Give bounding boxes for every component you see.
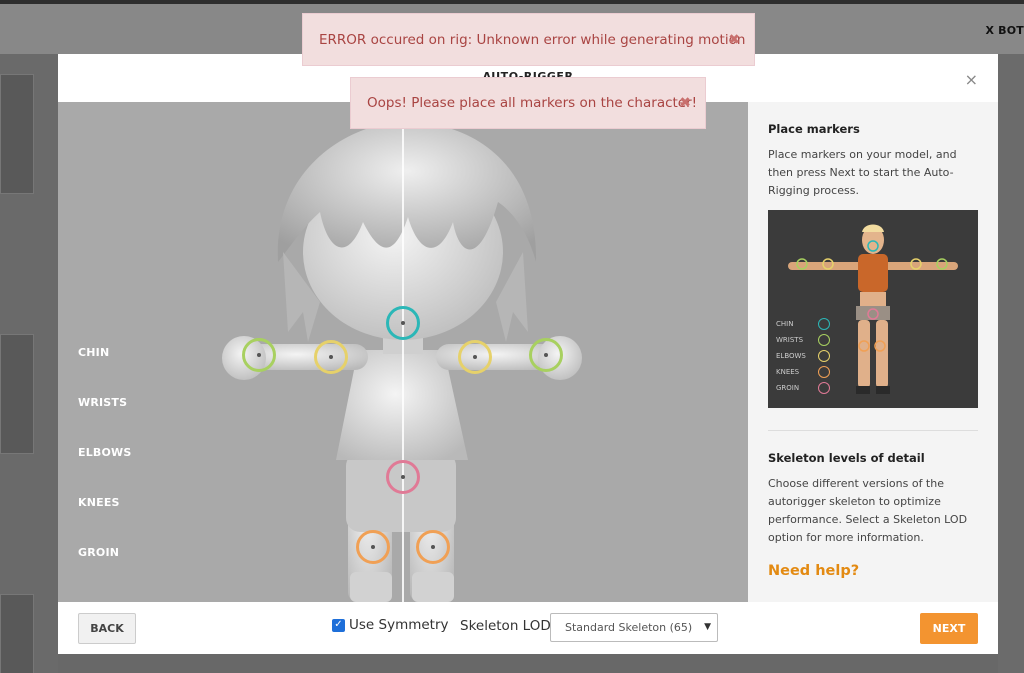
reference-legend-wrists: WRISTS [776, 336, 804, 344]
reference-legend-chin: CHIN [776, 320, 794, 328]
close-icon[interactable]: ✖ [679, 95, 691, 111]
right-elbow-marker[interactable] [458, 340, 492, 374]
use-symmetry-checkbox[interactable]: ✓ Use Symmetry [332, 617, 449, 633]
left-elbow-marker[interactable] [314, 340, 348, 374]
reference-ring-elbows [818, 350, 830, 362]
instructions-panel: Place markers Place markers on your mode… [748, 102, 998, 602]
background-right-panel [998, 54, 1024, 673]
next-button[interactable]: NEXT [920, 613, 978, 644]
rig-error-toast: ERROR occured on rig: Unknown error whil… [302, 13, 755, 66]
reference-legend-elbows: ELBOWS [776, 352, 806, 360]
background-title: X BOT [985, 24, 1024, 37]
character-model [222, 102, 582, 602]
reference-legend-knees: KNEES [776, 368, 800, 376]
need-help-link[interactable]: Need help? [768, 563, 859, 579]
lod-text: Choose different versions of the autorig… [768, 477, 968, 544]
markers-error-message: Oops! Please place all markers on the ch… [367, 95, 698, 111]
model-viewport[interactable]: CHIN WRISTS ELBOWS KNEES GROIN [58, 102, 748, 602]
check-icon[interactable]: ✓ [332, 618, 345, 632]
chevron-down-icon: ▼ [704, 622, 711, 632]
lod-heading: Skeleton levels of detail [768, 451, 925, 465]
background-tile [0, 334, 34, 454]
legend-wrists: WRISTS [78, 396, 128, 409]
background-tile [0, 74, 34, 194]
close-icon[interactable]: × [965, 70, 978, 89]
reference-legend-groin: GROIN [776, 384, 800, 392]
skeleton-lod-value: Standard Skeleton (65) [565, 621, 693, 634]
use-symmetry-label[interactable]: Use Symmetry [349, 617, 449, 633]
right-wrist-marker[interactable] [529, 338, 563, 372]
background-tile [0, 594, 34, 673]
reference-ring-groin [818, 382, 830, 394]
background-bottom-strip [58, 654, 998, 673]
rig-error-message: ERROR occured on rig: Unknown error whil… [319, 31, 746, 48]
legend-chin: CHIN [78, 346, 110, 359]
markers-error-toast: Oops! Please place all markers on the ch… [350, 77, 706, 129]
reference-ring-knees [818, 366, 830, 378]
place-markers-text: Place markers on your model, and then pr… [768, 148, 957, 197]
background-left-panel [0, 54, 58, 673]
panel-divider [768, 430, 978, 431]
left-knee-marker[interactable] [356, 530, 390, 564]
legend-elbows: ELBOWS [78, 446, 132, 459]
skeleton-lod-select[interactable]: Standard Skeleton (65) ▼ [550, 613, 718, 642]
reference-marker-image: CHIN WRISTS ELBOWS KNEES GROIN [768, 210, 978, 408]
legend-groin: GROIN [78, 546, 120, 559]
reference-ring-wrists [818, 334, 830, 346]
reference-ring-chin [818, 318, 830, 330]
chin-marker[interactable] [386, 306, 420, 340]
modal-footer: BACK ✓ Use Symmetry Skeleton LOD Standar… [58, 602, 998, 654]
skeleton-lod-label: Skeleton LOD [460, 618, 551, 634]
left-wrist-marker[interactable] [242, 338, 276, 372]
groin-marker[interactable] [386, 460, 420, 494]
back-button[interactable]: BACK [78, 613, 136, 644]
place-markers-heading: Place markers [768, 122, 860, 136]
reference-character [788, 224, 958, 394]
legend-knees: KNEES [78, 496, 120, 509]
right-knee-marker[interactable] [416, 530, 450, 564]
auto-rigger-modal: AUTO-RIGGER × [58, 54, 998, 654]
close-icon[interactable]: ✖ [728, 32, 740, 48]
